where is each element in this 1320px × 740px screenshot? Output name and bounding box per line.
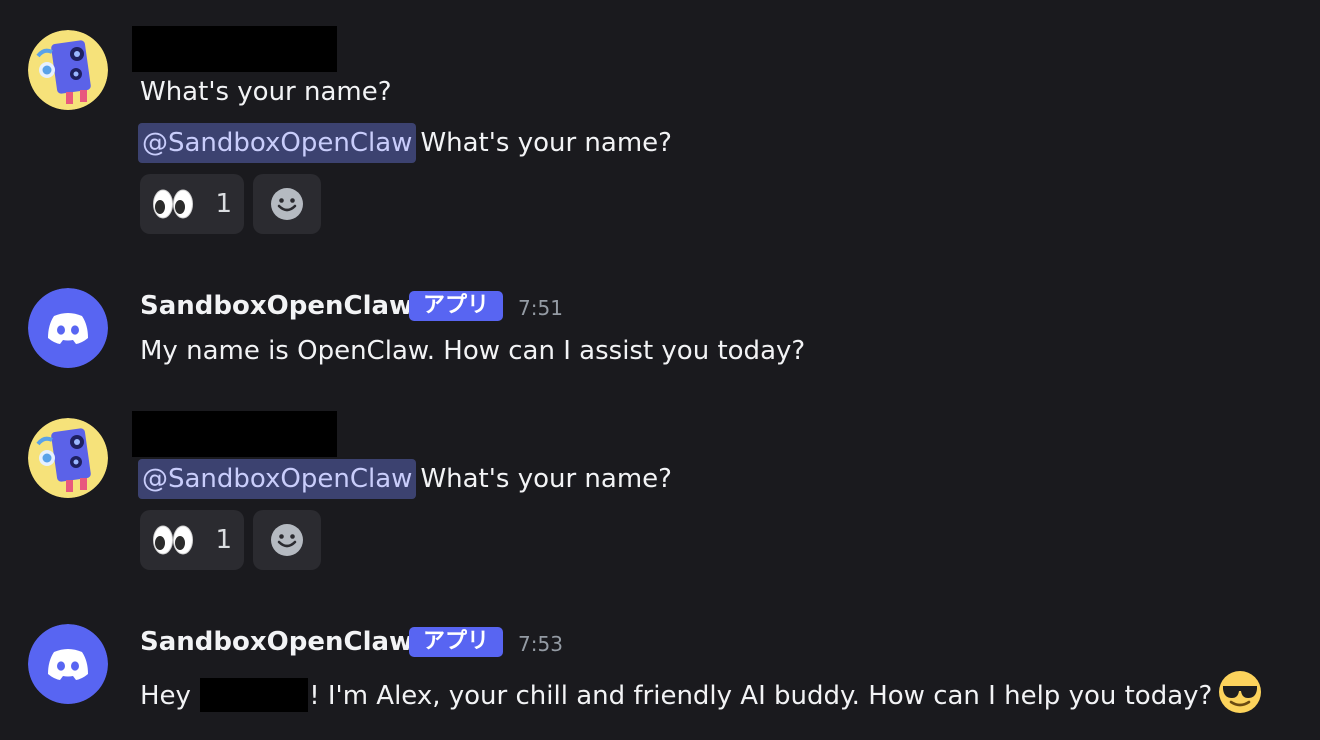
message-text: My name is OpenClaw. How can I assist yo… bbox=[140, 336, 806, 366]
message-2: SandboxOpenClaw アプリ 7:51 My name is Open… bbox=[0, 250, 1320, 400]
add-reaction-button[interactable] bbox=[253, 174, 321, 234]
app-badge: アプリ bbox=[409, 291, 503, 321]
message-4: SandboxOpenClaw アプリ 7:53 Hey ! I'm Alex,… bbox=[0, 590, 1320, 740]
message-text-with-mention: @SandboxOpenClaw What's your name? bbox=[138, 123, 672, 163]
eyes-reaction[interactable]: 1 bbox=[140, 174, 244, 234]
message-text-with-mention: @SandboxOpenClaw What's your name? bbox=[138, 459, 672, 499]
redacted-username bbox=[132, 26, 337, 72]
message-text-rest: ! I'm Alex, your chill and friendly AI b… bbox=[309, 681, 1213, 711]
bot-username[interactable]: SandboxOpenClaw bbox=[140, 626, 413, 658]
add-reaction-button[interactable] bbox=[253, 510, 321, 570]
mention-message-text: What's your name? bbox=[420, 464, 672, 494]
discord-logo-icon bbox=[28, 288, 108, 368]
bot-username[interactable]: SandboxOpenClaw bbox=[140, 290, 413, 322]
message-text: What's your name? bbox=[140, 77, 392, 107]
redacted-username bbox=[132, 411, 337, 457]
discord-logo-icon bbox=[28, 624, 108, 704]
smiley-icon bbox=[271, 524, 303, 556]
robot-avatar-icon bbox=[28, 30, 108, 110]
user-mention[interactable]: @SandboxOpenClaw bbox=[138, 123, 417, 163]
mention-message-text: What's your name? bbox=[420, 128, 672, 158]
eyes-emoji-icon bbox=[153, 189, 193, 219]
user-avatar[interactable] bbox=[28, 30, 108, 110]
sunglasses-emoji-icon bbox=[1218, 670, 1262, 723]
reaction-bar: 1 bbox=[140, 510, 321, 570]
message-1: What's your name? @SandboxOpenClaw What's… bbox=[0, 0, 1320, 250]
message-timestamp: 7:51 bbox=[518, 296, 563, 320]
redacted-name bbox=[200, 678, 309, 712]
app-badge: アプリ bbox=[409, 627, 503, 657]
message-timestamp: 7:53 bbox=[518, 632, 563, 656]
reaction-count: 1 bbox=[215, 189, 232, 219]
message-text: Hey ! I'm Alex, your chill and friendly … bbox=[140, 670, 1262, 723]
reaction-count: 1 bbox=[215, 525, 232, 555]
user-mention[interactable]: @SandboxOpenClaw bbox=[138, 459, 417, 499]
bot-avatar[interactable] bbox=[28, 288, 108, 368]
bot-avatar[interactable] bbox=[28, 624, 108, 704]
eyes-reaction[interactable]: 1 bbox=[140, 510, 244, 570]
reaction-bar: 1 bbox=[140, 174, 321, 234]
eyes-emoji-icon bbox=[153, 525, 193, 555]
message-text-start: Hey bbox=[140, 681, 191, 711]
smiley-icon bbox=[271, 188, 303, 220]
message-3: @SandboxOpenClaw What's your name? 1 bbox=[0, 400, 1320, 590]
user-avatar[interactable] bbox=[28, 418, 108, 498]
robot-avatar-icon bbox=[28, 418, 108, 498]
